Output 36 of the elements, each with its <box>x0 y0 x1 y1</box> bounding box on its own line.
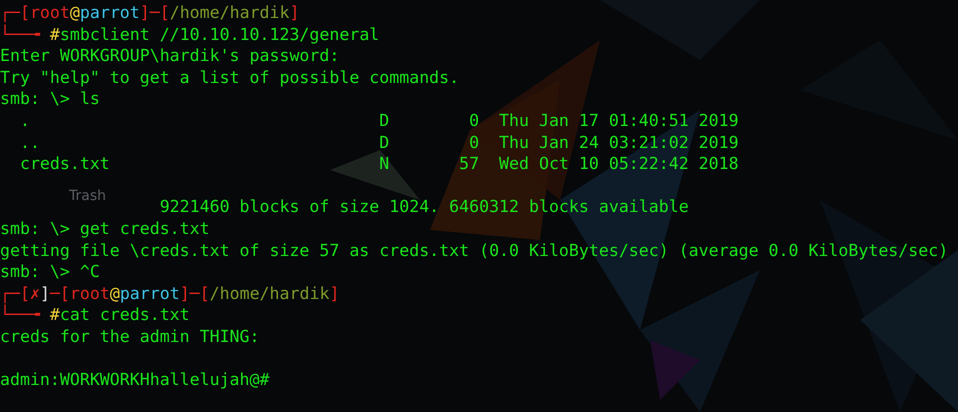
output-line: creds.txt N 57 Wed Oct 10 05:22:42 2018 <box>18 153 739 175</box>
output-line: . D 0 Thu Jan 17 01:40:51 2019 <box>18 110 739 132</box>
error-mark: ✗ <box>30 282 40 304</box>
output-line: .. D 0 Thu Jan 24 03:21:02 2019 <box>18 132 739 154</box>
prompt-frame: └──╼ <box>0 24 50 46</box>
prompt-frame: ┌─[ <box>0 2 30 24</box>
output-line: smb: \> get creds.txt <box>0 218 210 240</box>
prompt-sigil: # <box>50 304 60 326</box>
desktop-icon-label: Trash <box>69 188 106 204</box>
prompt-user: root <box>70 282 110 304</box>
prompt-sigil: # <box>50 24 60 46</box>
prompt-frame: ] <box>290 2 300 24</box>
output-line: 9221460 blocks of size 1024. 6460312 blocks available <box>158 196 689 218</box>
output-line: getting file \creds.txt of size 57 as creds.txt (0.0 KiloBytes/sec) (average 0.0 KiloBytes/sec) <box>0 240 948 262</box>
output-line: Try "help" to get a list of possible commands. <box>0 66 460 88</box>
prompt-frame: ]─[ <box>140 2 170 24</box>
prompt-frame: ─[ <box>50 282 70 304</box>
output-line: admin:WORKWORKHhallelujah@# <box>0 369 270 391</box>
output-line: smb: \> ^C <box>0 261 100 283</box>
output-line: smb: \> ls <box>0 88 100 110</box>
prompt-at: @ <box>70 2 80 24</box>
prompt-frame: ] <box>40 282 50 304</box>
prompt-at: @ <box>110 282 120 304</box>
prompt-frame: ┌─[ <box>0 282 30 304</box>
command-text: smbclient //10.10.10.123/general <box>60 24 380 46</box>
prompt-host: parrot <box>80 2 140 24</box>
prompt-path: /home/hardik <box>170 2 290 24</box>
prompt-frame: ] <box>329 282 340 304</box>
prompt-host: parrot <box>120 282 180 304</box>
command-text: cat creds.txt <box>60 304 190 326</box>
output-line: Enter WORKGROUP\hardik's password: <box>0 45 340 67</box>
prompt-user: root <box>30 2 70 24</box>
prompt-frame: ]─[ <box>180 282 210 304</box>
output-line: creds for the admin THING: <box>0 326 260 348</box>
prompt-path: /home/hardik <box>210 282 330 304</box>
prompt-frame: └──╼ <box>0 304 50 326</box>
